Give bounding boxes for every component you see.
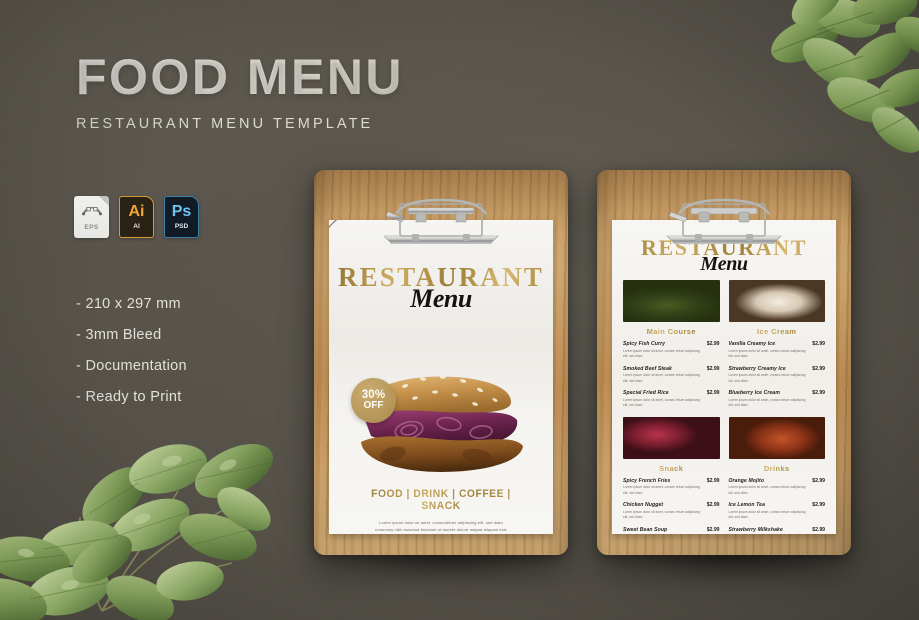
menu-item: Vanilla Creamy Ice $2.99 Lorem ipsum dol… xyxy=(729,341,826,360)
menu-item-description: Lorem ipsum dolor sit amet, consec tetue… xyxy=(728,373,806,383)
ice-cream-photo xyxy=(728,280,825,322)
menu-item-description: Lorem ipsum dolor sit amet, consec tetue… xyxy=(728,348,806,359)
poster-menu-sheet: RESTAURANT Menu Main Course Spicy Fish C… xyxy=(612,220,836,534)
menu-item-description: Lorem ipsum dolor sit amet, consec tetue… xyxy=(728,397,806,408)
menu-item-price: $2.99 xyxy=(706,502,720,509)
poster-cover-footer: FOOD | DRINK | COFFEE | SNACK Lorem ipsu… xyxy=(329,488,553,534)
menu-item-description: Lorem ipsum dolor sit amet, consec tetue… xyxy=(728,509,806,520)
menu-item-description: Lorem ipsum dolor sit amet, consec tetue… xyxy=(728,485,806,495)
menu-section-main-course: Main Course Spicy Fish Curry $2.99 Lorem… xyxy=(623,280,720,415)
menu-item: Special Fried Rice $2.99 Lorem ipsum dol… xyxy=(623,390,720,409)
menu-item-description: Lorem ipsum dolor sit amet, consec tetue… xyxy=(623,348,700,359)
discount-off-label: OFF xyxy=(363,400,384,412)
menu-item-price: $2.99 xyxy=(706,341,720,347)
menu-item-price: $2.99 xyxy=(706,526,720,533)
menu-item: Spicy Fish Curry $2.99 Lorem ipsum dolor… xyxy=(623,341,720,360)
menu-item: Strawberry Creamy Ice $2.99 Lorem ipsum … xyxy=(729,366,826,385)
menu-item-price: $2.99 xyxy=(706,365,720,372)
menu-item-price: $2.99 xyxy=(812,502,825,509)
menu-item: Spicy French Fries $2.99 Lorem ipsum dol… xyxy=(623,478,720,497)
menu-item-price: $2.99 xyxy=(812,390,825,397)
menu-item-name: Strawberry Creamy Ice xyxy=(728,365,786,372)
menu-item-description: Lorem ipsum dolor sit amet, consec tetue… xyxy=(623,485,700,495)
menu-item-name: Chicken Nugget xyxy=(623,502,664,509)
clipboard-cover-mockup[interactable]: RESTAURANT Menu 30% OFF FOOD | DRINK | C… xyxy=(314,170,568,555)
poster-cover-sheet: RESTAURANT Menu 30% OFF FOOD | DRINK | C… xyxy=(329,220,553,534)
menu-item-description: Lorem ipsum dolor sit amet, consec tetue… xyxy=(623,373,700,383)
section-title: Drinks xyxy=(729,464,826,473)
menu-sections-grid: Main Course Spicy Fish Curry $2.99 Lorem… xyxy=(623,280,825,534)
section-title: Main Course xyxy=(623,327,720,336)
menu-item-name: Spicy Fish Curry xyxy=(623,341,666,347)
menu-item-name: Sweet Bean Soup xyxy=(623,526,668,533)
poster-cover-categories: FOOD | DRINK | COFFEE | SNACK xyxy=(353,488,530,512)
menu-item-price: $2.99 xyxy=(812,477,825,484)
drinks-photo xyxy=(728,416,825,459)
menu-item-name: Vanilla Creamy Ice xyxy=(728,341,776,347)
clipboard-clip-right xyxy=(666,198,782,244)
menu-item-name: Blueberry Ice Cream xyxy=(728,390,780,397)
poster-cover-header: RESTAURANT Menu xyxy=(329,264,553,314)
section-title: Snack xyxy=(623,464,720,473)
menu-item: Chicken Nugget $2.99 Lorem ipsum dolor s… xyxy=(623,502,720,521)
tag-string xyxy=(329,220,338,229)
menu-item-name: Strawberry Milkshake xyxy=(728,526,783,533)
menu-section-ice-cream: Ice Cream Vanilla Creamy Ice $2.99 Lorem… xyxy=(728,280,826,415)
scene: FOOD MENU RESTAURANT MENU TEMPLATE EPS A… xyxy=(0,0,919,620)
menu-item-name: Spicy French Fries xyxy=(623,477,671,484)
menu-item-price: $2.99 xyxy=(812,341,825,347)
menu-item: Ice Lemon Tea $2.99 Lorem ipsum dolor si… xyxy=(729,502,826,521)
menu-item-description: Lorem ipsum dolor sit amet, consec tetue… xyxy=(623,509,700,520)
menu-section-drinks: Drinks Orange Mojito $2.99 Lorem ipsum d… xyxy=(728,416,826,534)
snack-photo xyxy=(623,416,720,459)
menu-item: Strawberry Milkshake $2.99 Lorem ipsum d… xyxy=(729,527,826,534)
menu-item-name: Orange Mojito xyxy=(728,477,765,484)
menu-item: Blueberry Ice Cream $2.99 Lorem ipsum do… xyxy=(729,390,826,409)
menu-item-name: Smoked Beef Steak xyxy=(623,365,672,372)
menu-item-name: Ice Lemon Tea xyxy=(728,502,765,509)
section-title: Ice Cream xyxy=(729,327,826,336)
main-course-photo xyxy=(623,280,720,322)
clipboard-menu-mockup[interactable]: RESTAURANT Menu Main Course Spicy Fish C… xyxy=(597,170,851,555)
menu-item: Orange Mojito $2.99 Lorem ipsum dolor si… xyxy=(729,478,826,497)
menu-item-price: $2.99 xyxy=(812,365,825,372)
menu-item-price: $2.99 xyxy=(706,477,720,484)
menu-item-price: $2.99 xyxy=(812,526,825,533)
menu-item-description: Lorem ipsum dolor sit amet, consec tetue… xyxy=(623,397,700,408)
menu-item-price: $2.99 xyxy=(706,390,720,397)
menu-item-name: Special Fried Rice xyxy=(623,390,669,397)
menu-section-snack: Snack Spicy French Fries $2.99 Lorem ips… xyxy=(623,416,720,534)
menu-item: Sweet Bean Soup $2.99 Lorem ipsum dolor … xyxy=(623,527,720,534)
clipboard-clip-left xyxy=(383,198,499,244)
poster-cover-description: Lorem ipsum dolor sit amet, consectetuer… xyxy=(375,520,507,533)
menu-item: Smoked Beef Steak $2.99 Lorem ipsum dolo… xyxy=(623,366,720,385)
discount-badge[interactable]: 30% OFF xyxy=(351,378,396,423)
